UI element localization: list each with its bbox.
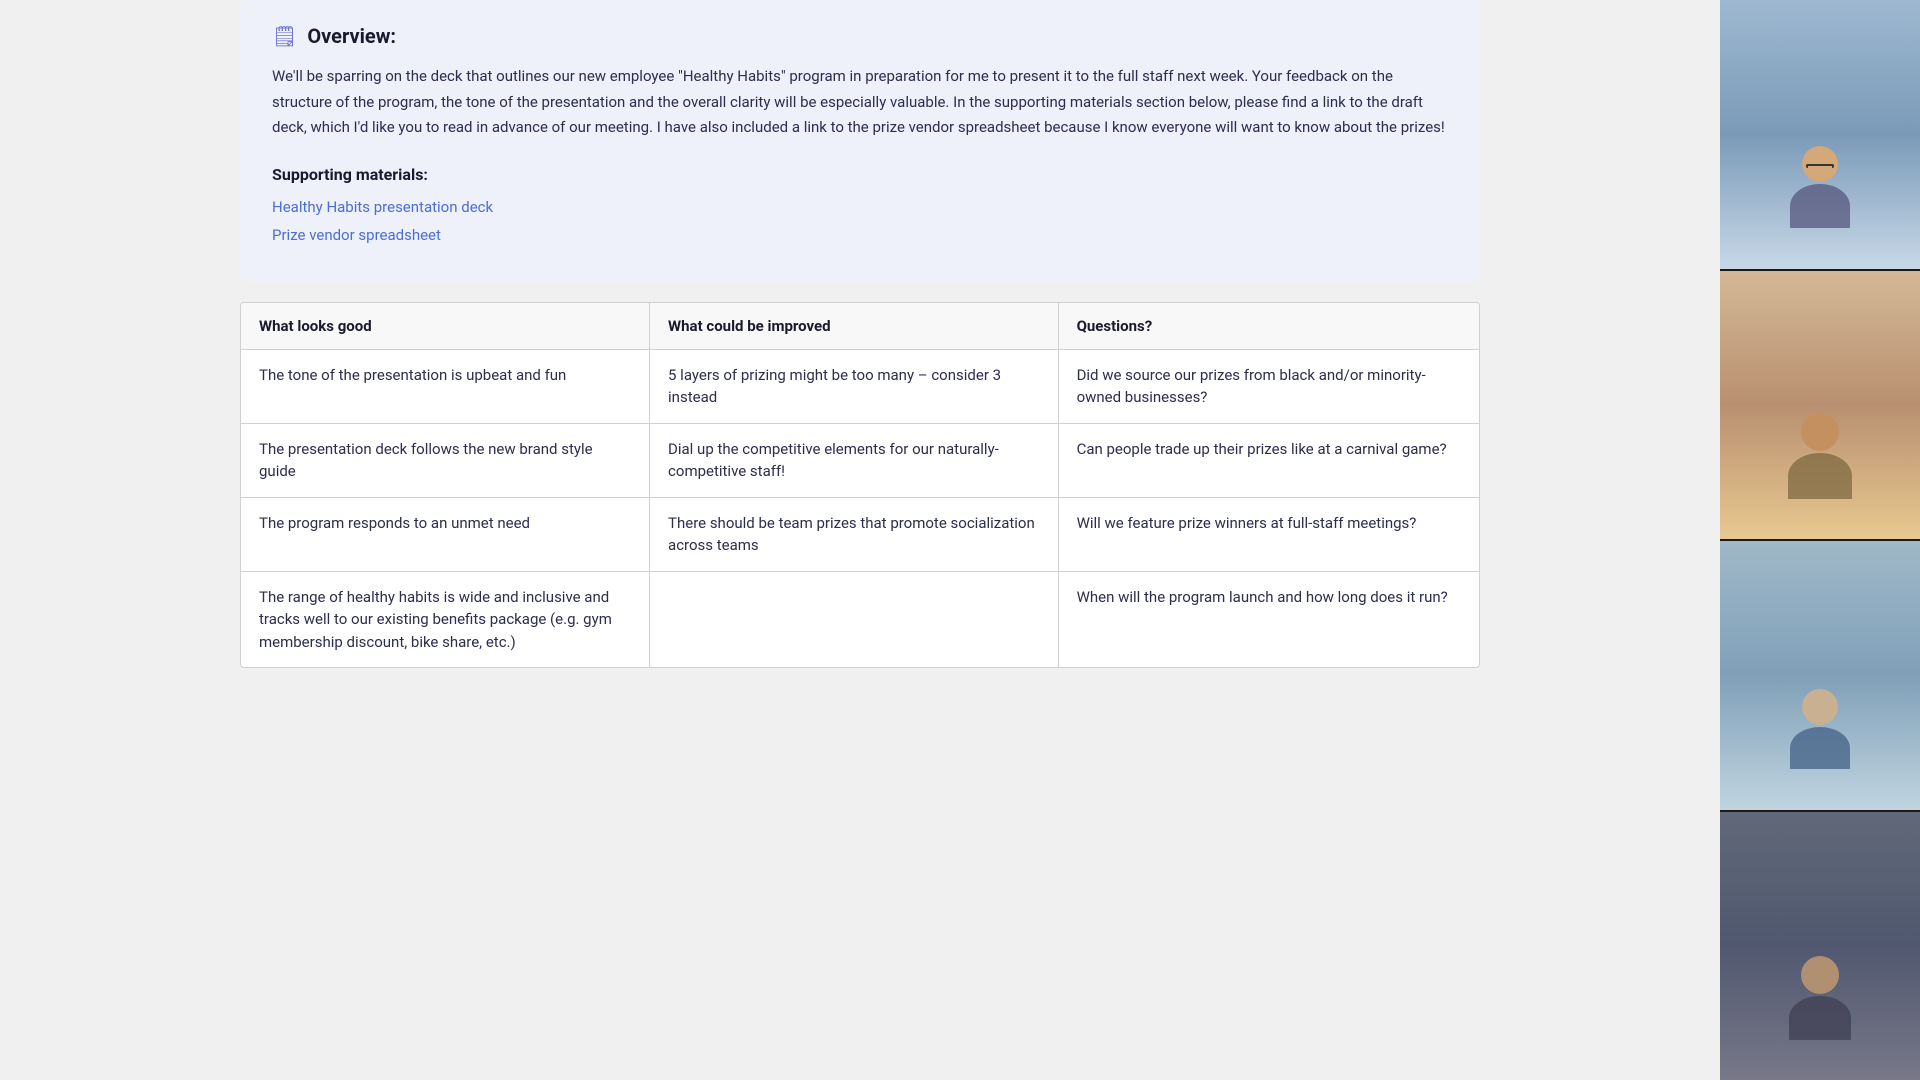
feedback-table-container: What looks good What could be improved Q… — [240, 302, 1480, 669]
table-row: The program responds to an unmet needThe… — [241, 497, 1479, 571]
cell-improve — [650, 571, 1059, 667]
video-tile-3 — [1720, 541, 1920, 810]
col-header-questions: Questions? — [1058, 303, 1479, 350]
feedback-table: What looks good What could be improved Q… — [241, 303, 1479, 668]
cell-good: The presentation deck follows the new br… — [241, 423, 650, 497]
cell-good: The tone of the presentation is upbeat a… — [241, 349, 650, 423]
cell-questions: Can people trade up their prizes like at… — [1058, 423, 1479, 497]
overview-body: We'll be sparring on the deck that outli… — [272, 64, 1448, 141]
cell-questions: When will the program launch and how lon… — [1058, 571, 1479, 667]
table-row: The presentation deck follows the new br… — [241, 423, 1479, 497]
supporting-title: Supporting materials: — [272, 165, 1448, 184]
table-row: The tone of the presentation is upbeat a… — [241, 349, 1479, 423]
video-panel — [1720, 0, 1920, 1080]
overview-icon: 🗒 — [272, 24, 297, 48]
prize-vendor-link[interactable]: Prize vendor spreadsheet — [272, 226, 1448, 244]
col-header-improve: What could be improved — [650, 303, 1059, 350]
supporting-materials: Supporting materials: Healthy Habits pre… — [272, 165, 1448, 244]
video-tile-1 — [1720, 0, 1920, 269]
main-content: 🗒 Overview: We'll be sparring on the dec… — [0, 0, 1720, 1080]
video-tile-4 — [1720, 812, 1920, 1080]
cell-good: The program responds to an unmet need — [241, 497, 650, 571]
video-tile-2 — [1720, 271, 1920, 540]
overview-box: 🗒 Overview: We'll be sparring on the dec… — [240, 0, 1480, 282]
overview-header: 🗒 Overview: — [272, 24, 1448, 48]
table-row: The range of healthy habits is wide and … — [241, 571, 1479, 667]
cell-questions: Did we source our prizes from black and/… — [1058, 349, 1479, 423]
col-header-good: What looks good — [241, 303, 650, 350]
cell-improve: Dial up the competitive elements for our… — [650, 423, 1059, 497]
cell-questions: Will we feature prize winners at full-st… — [1058, 497, 1479, 571]
cell-improve: 5 layers of prizing might be too many – … — [650, 349, 1059, 423]
table-header-row: What looks good What could be improved Q… — [241, 303, 1479, 350]
cell-improve: There should be team prizes that promote… — [650, 497, 1059, 571]
overview-title: Overview: — [307, 24, 396, 48]
cell-good: The range of healthy habits is wide and … — [241, 571, 650, 667]
healthy-habits-link[interactable]: Healthy Habits presentation deck — [272, 198, 1448, 216]
